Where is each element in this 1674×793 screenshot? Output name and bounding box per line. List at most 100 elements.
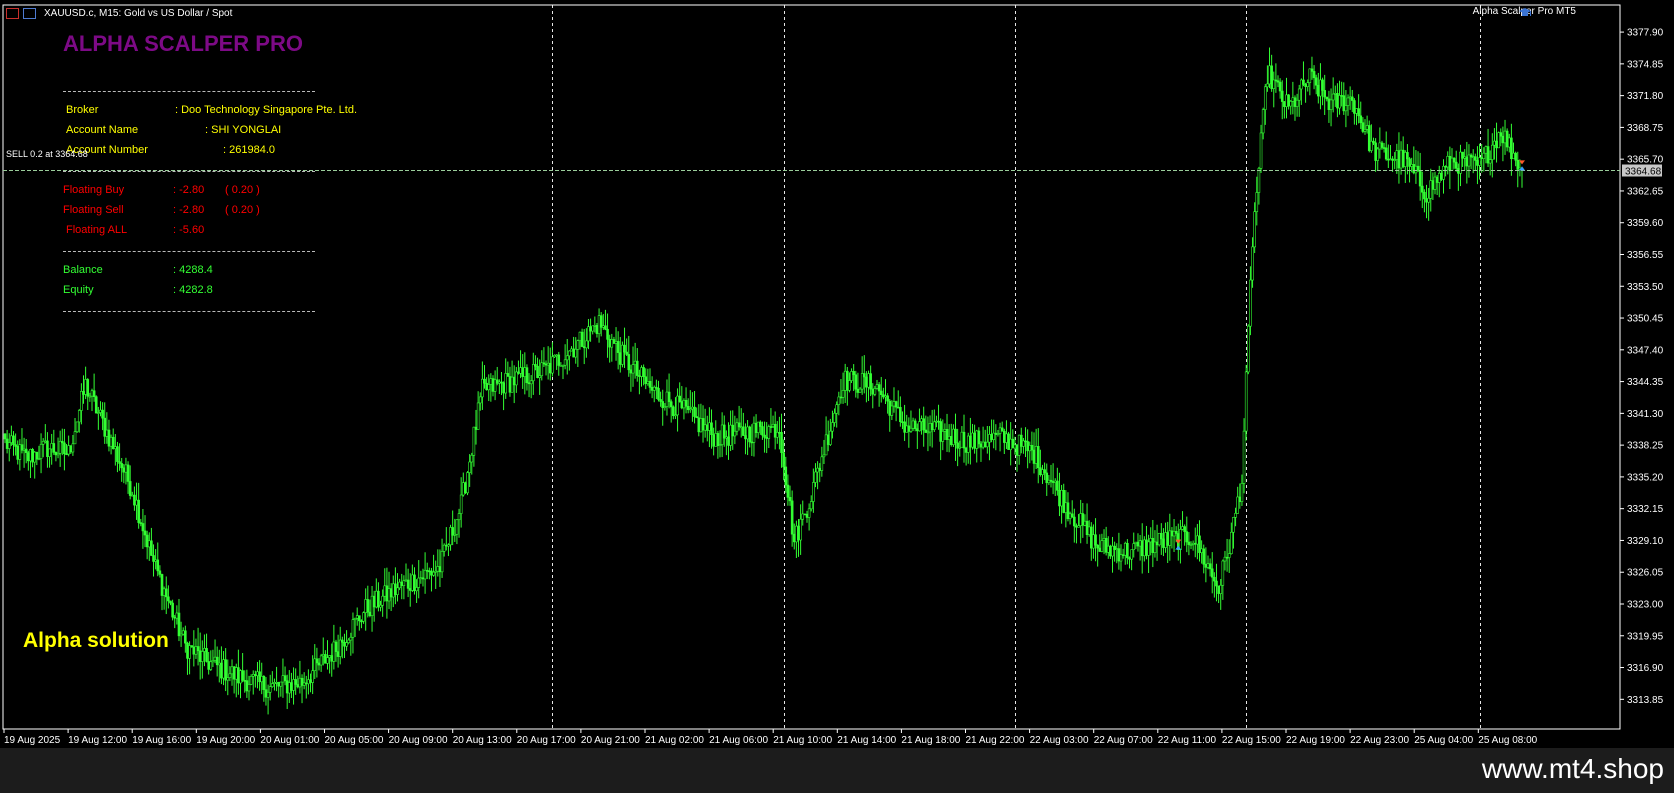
candle-body	[1280, 90, 1284, 102]
candle-body	[65, 453, 68, 456]
x-tick-label: 25 Aug 08:00	[1478, 735, 1537, 746]
candle-body	[1367, 125, 1371, 151]
candle-body	[1092, 534, 1095, 549]
x-tick-label: 22 Aug 15:00	[1222, 735, 1281, 746]
candle-body	[220, 662, 223, 679]
candle-body	[926, 431, 930, 434]
candle-body	[515, 371, 518, 386]
candle-body	[18, 444, 22, 460]
candle-body	[1266, 83, 1269, 88]
candle-body	[122, 467, 126, 473]
candle-body	[262, 676, 266, 690]
y-tick-label: 3350.45	[1627, 314, 1664, 325]
candle-body	[939, 421, 942, 442]
floating-buy-lots: ( 0.20 )	[225, 184, 260, 196]
candle-body	[281, 675, 285, 683]
candle-body	[674, 414, 677, 417]
candle-body	[309, 679, 312, 683]
candle-body	[701, 418, 705, 431]
candle-body	[341, 639, 344, 643]
candle-body	[194, 646, 198, 655]
candle-body	[58, 440, 62, 454]
candle-body	[646, 381, 650, 384]
candle-body	[655, 386, 658, 389]
candle-body	[1128, 557, 1131, 560]
candle-body	[835, 404, 838, 414]
candle-body	[812, 482, 815, 502]
candle-body	[425, 569, 429, 572]
candle-body	[1397, 150, 1401, 169]
candle-body	[415, 587, 418, 592]
candle-body	[1389, 158, 1392, 161]
candle-body	[529, 380, 533, 385]
candle-body	[856, 388, 860, 393]
candle-body	[790, 500, 794, 535]
candle-body	[722, 424, 726, 439]
candle-body	[300, 677, 304, 686]
candle-body	[1302, 79, 1305, 85]
candle-body	[1297, 88, 1301, 101]
candle-body	[1431, 180, 1435, 190]
candle-body	[498, 381, 501, 384]
candle-body	[1346, 97, 1350, 106]
candle-body	[1164, 532, 1167, 548]
chart-menu-icon[interactable]	[6, 7, 19, 19]
candle-body	[1440, 172, 1443, 180]
candle-body	[1370, 140, 1373, 151]
candle-body	[455, 519, 459, 535]
candle-body	[873, 388, 877, 395]
candle-body	[718, 444, 722, 446]
candle-body	[436, 566, 440, 572]
candle-body	[400, 581, 404, 586]
x-tick-label: 20 Aug 01:00	[260, 735, 319, 746]
candle-body	[631, 364, 635, 374]
candle-body	[801, 513, 805, 520]
symbol-icon[interactable]	[23, 7, 36, 19]
candle-body	[451, 527, 454, 536]
candle-body	[1064, 502, 1068, 513]
candle-body	[294, 679, 297, 685]
candle-body	[268, 686, 272, 693]
candle-body	[593, 324, 597, 327]
graduation-cap-icon[interactable]	[1518, 7, 1532, 18]
candle-body	[916, 428, 919, 432]
candle-body	[1019, 434, 1023, 447]
candle-body	[1516, 159, 1520, 170]
candle-body	[226, 677, 230, 681]
candle-body	[84, 379, 87, 395]
candle-body	[1412, 164, 1416, 174]
candle-body	[97, 412, 100, 414]
candle-body	[1329, 99, 1333, 111]
candle-body	[75, 421, 79, 433]
candle-body	[1240, 483, 1244, 502]
x-tick-label: 19 Aug 2025	[4, 735, 61, 746]
candle-body	[1319, 79, 1322, 97]
candle-body	[203, 648, 206, 652]
candle-body	[1013, 444, 1017, 449]
candle-body	[1452, 157, 1456, 163]
candle-body	[190, 645, 194, 648]
sell-order-label[interactable]: SELL 0.2 at 3364.68	[6, 149, 88, 159]
candle-body	[1234, 513, 1237, 518]
candle-body	[292, 679, 295, 691]
candle-body	[1003, 431, 1006, 443]
candle-body	[966, 435, 970, 453]
candle-body	[1185, 531, 1189, 543]
candle-body	[742, 426, 745, 436]
candle-body	[1425, 198, 1428, 203]
candle-body	[809, 501, 813, 510]
candle-body	[491, 378, 495, 392]
candle-body	[699, 418, 703, 433]
y-tick-label: 3377.90	[1627, 28, 1664, 39]
candle-body	[568, 350, 571, 357]
candle-body	[648, 381, 652, 388]
candle-body	[969, 435, 972, 448]
candle-body	[608, 339, 611, 348]
candle-body	[162, 588, 166, 596]
candle-body	[879, 390, 883, 395]
candle-body	[775, 432, 779, 438]
y-tick-label: 3338.25	[1627, 441, 1664, 452]
candle-body	[1244, 371, 1248, 432]
candle-body	[990, 434, 993, 440]
candle-body	[228, 673, 232, 678]
